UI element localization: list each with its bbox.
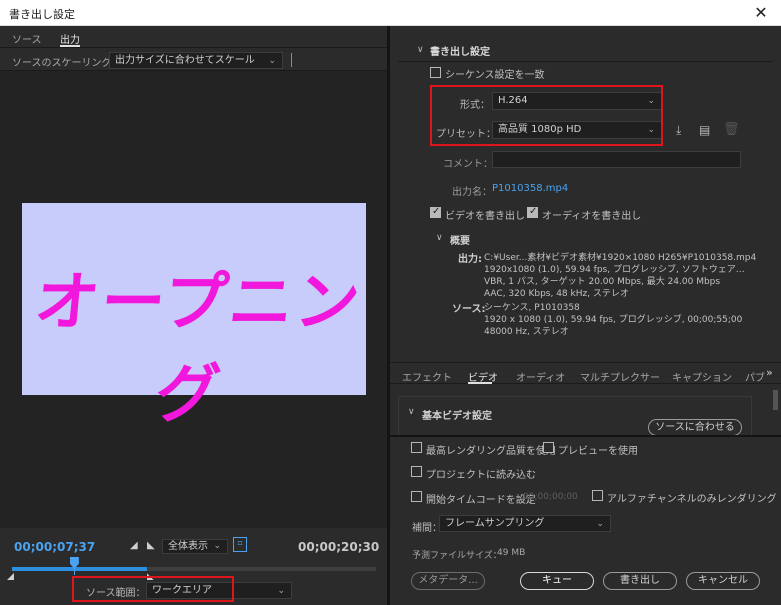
panel-divider[interactable] bbox=[390, 435, 781, 437]
summary-header: 概要 bbox=[450, 236, 470, 247]
match-sequence-label: シーケンス設定を一致 bbox=[445, 70, 545, 81]
right-panel: ∨ 書き出し設定 シーケンス設定を一致 形式： H.264 ⌄ プリセット： 高… bbox=[390, 26, 781, 605]
section-chevron-icon[interactable]: ∨ bbox=[436, 233, 443, 243]
export-audio-label: オーディオを書き出し bbox=[542, 211, 642, 222]
tab-multiplexer[interactable]: マルチプレクサー bbox=[580, 369, 660, 384]
export-settings-header: 書き出し設定 bbox=[430, 47, 490, 58]
tab-captions[interactable]: キャプション bbox=[672, 369, 732, 384]
chevron-down-icon: ⌄ bbox=[213, 541, 221, 551]
tab-publish[interactable]: パブ bbox=[745, 369, 765, 384]
source-output-tabs: ソース 出力 bbox=[0, 26, 387, 48]
cancel-button[interactable]: キャンセル bbox=[686, 572, 760, 590]
set-out-point-icon[interactable]: ◣ bbox=[147, 540, 159, 552]
match-source-button[interactable]: ソースに合わせる bbox=[648, 419, 742, 436]
summary-output-line: AAC, 320 Kbps, 48 kHz, ステレオ bbox=[484, 289, 629, 299]
max-render-quality-label: 最高レンダリング品質を使用 bbox=[426, 446, 556, 457]
source-range-highlight-box bbox=[72, 576, 234, 602]
window-title: 書き出し設定 bbox=[9, 8, 75, 21]
left-panel: ソース 出力 ソースのスケーリング： 出力サイズに合わせてスケール ⌄ オープニ… bbox=[0, 26, 387, 605]
total-timecode: 00;00;20;30 bbox=[298, 540, 380, 554]
more-tabs-icon[interactable]: » bbox=[766, 366, 773, 379]
close-button[interactable]: ✕ bbox=[741, 0, 781, 26]
format-preset-highlight-box bbox=[430, 85, 663, 146]
divider bbox=[291, 53, 292, 67]
title-bar: 書き出し設定 ✕ bbox=[0, 0, 781, 26]
export-video-label: ビデオを書き出し bbox=[445, 211, 525, 222]
alpha-only-checkbox[interactable] bbox=[592, 490, 603, 501]
preview-title-text: オープニング bbox=[31, 266, 366, 432]
tab-output[interactable]: 出力 bbox=[60, 31, 80, 46]
comment-input[interactable] bbox=[492, 151, 741, 168]
interpolation-value: フレームサンプリング bbox=[445, 518, 545, 529]
video-preview: オープニング bbox=[22, 203, 366, 432]
scaling-label: ソースのスケーリング： bbox=[12, 58, 122, 69]
summary-output-key: 出力: bbox=[458, 254, 482, 265]
estimated-filesize-value: 49 MB bbox=[497, 548, 526, 558]
scaling-value: 出力サイズに合わせてスケール bbox=[115, 55, 255, 66]
metadata-button[interactable]: メタデータ... bbox=[411, 572, 485, 590]
delete-preset-icon[interactable]: 🗑 bbox=[723, 122, 740, 137]
export-button[interactable]: 書き出し bbox=[603, 572, 677, 590]
scaling-dropdown[interactable]: 出力サイズに合わせてスケール ⌄ bbox=[109, 52, 283, 69]
section-chevron-icon[interactable]: ∨ bbox=[417, 45, 424, 55]
fit-crop-icon[interactable]: ⌗ bbox=[233, 537, 247, 552]
tab-audio[interactable]: オーディオ bbox=[516, 369, 565, 384]
playhead-line bbox=[73, 568, 75, 575]
scrollbar-thumb[interactable] bbox=[773, 390, 778, 410]
interpolation-label: 補間： bbox=[412, 523, 442, 534]
summary-source-key: ソース: bbox=[452, 304, 486, 315]
use-previews-label: プレビューを使用 bbox=[558, 446, 638, 457]
section-chevron-icon[interactable]: ∨ bbox=[408, 407, 415, 417]
import-into-project-label: プロジェクトに読み込む bbox=[426, 470, 536, 481]
export-audio-checkbox[interactable] bbox=[527, 206, 538, 218]
zoom-dropdown[interactable]: 全体表示 ⌄ bbox=[162, 539, 228, 554]
start-timecode-value: 00;00;00;00 bbox=[523, 492, 578, 502]
max-render-quality-checkbox[interactable] bbox=[411, 442, 422, 453]
set-in-point-icon[interactable]: ◢ bbox=[130, 540, 142, 552]
interpolation-dropdown[interactable]: フレームサンプリング ⌄ bbox=[439, 515, 611, 532]
queue-button[interactable]: キュー bbox=[520, 572, 594, 590]
current-timecode[interactable]: 00;00;07;37 bbox=[14, 540, 95, 554]
zoom-value: 全体表示 bbox=[168, 541, 208, 552]
preview-area: オープニング bbox=[0, 72, 387, 542]
import-preset-icon[interactable]: ▤ bbox=[699, 123, 715, 137]
output-name-label: 出力名： bbox=[452, 187, 492, 198]
save-preset-icon[interactable]: ⤓ bbox=[676, 123, 690, 137]
scaling-bar: ソースのスケーリング： 出力サイズに合わせてスケール ⌄ bbox=[0, 48, 387, 71]
export-video-checkbox[interactable] bbox=[430, 206, 441, 218]
output-name-link[interactable]: P1010358.mp4 bbox=[492, 183, 568, 194]
in-point-handle[interactable] bbox=[7, 573, 14, 580]
chevron-down-icon: ⌄ bbox=[268, 56, 276, 66]
export-settings-section: ∨ 書き出し設定 シーケンス設定を一致 形式： H.264 ⌄ プリセット： 高… bbox=[390, 26, 781, 366]
chevron-down-icon: ⌄ bbox=[596, 519, 604, 529]
chevron-down-icon: ⌄ bbox=[277, 586, 285, 596]
use-previews-checkbox[interactable] bbox=[543, 442, 554, 453]
set-start-timecode-checkbox[interactable] bbox=[411, 491, 422, 502]
set-start-timecode-label: 開始タイムコードを設定 bbox=[426, 495, 536, 506]
alpha-only-label: アルファチャンネルのみレンダリング bbox=[607, 494, 777, 505]
estimated-filesize-label: 予測ファイルサイズ： bbox=[412, 551, 502, 561]
tab-effects[interactable]: エフェクト bbox=[402, 369, 452, 384]
basic-video-settings-header: 基本ビデオ設定 bbox=[422, 411, 492, 422]
settings-tabs: エフェクト ビデオ オーディオ マルチプレクサー キャプション パブ » bbox=[390, 362, 781, 384]
summary-source-line: 48000 Hz, ステレオ bbox=[484, 327, 569, 337]
comment-label: コメント： bbox=[443, 159, 493, 170]
active-tab-indicator bbox=[468, 382, 492, 384]
import-into-project-checkbox[interactable] bbox=[411, 466, 422, 477]
timeline-track[interactable] bbox=[12, 567, 376, 571]
work-area-bar[interactable] bbox=[12, 567, 147, 571]
match-sequence-checkbox[interactable] bbox=[430, 67, 441, 78]
active-tab-indicator bbox=[60, 45, 80, 47]
tab-source[interactable]: ソース bbox=[12, 31, 42, 46]
divider bbox=[398, 61, 773, 62]
